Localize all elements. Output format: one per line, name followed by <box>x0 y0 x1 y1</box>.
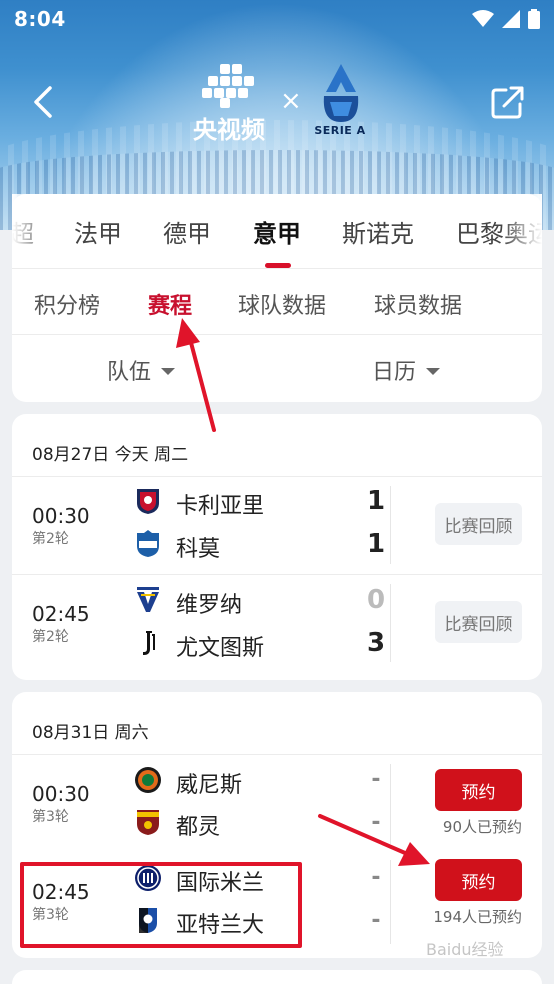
away-score: - <box>371 810 381 835</box>
reserve-button[interactable]: 预约 <box>435 859 522 901</box>
serie-a-text: SERIE A <box>314 124 366 137</box>
cagliari-icon <box>137 489 159 514</box>
times-sign: × <box>280 86 302 116</box>
calendar-filter-label: 日历 <box>372 360 417 385</box>
highlight-box <box>20 862 302 948</box>
venezia-icon <box>135 767 161 793</box>
tab-schedule[interactable]: 赛程 <box>148 288 192 320</box>
status-time: 8:04 <box>14 7 66 31</box>
divider <box>390 860 391 944</box>
day-card-1: 08月27日 今天 周二 00:30 第2轮 卡利亚里 1 科莫 1 比赛回顾 … <box>12 414 542 680</box>
tab-snooker[interactable]: 斯诺克 <box>342 214 414 249</box>
match-time: 02:45 <box>32 602 90 626</box>
reserve-count: 90人已预约 <box>442 818 522 836</box>
divider <box>390 486 391 564</box>
date-header: 08月31日 周六 <box>32 723 149 743</box>
match-time: 00:30 <box>32 504 90 528</box>
status-bar: 8:04 <box>0 0 554 38</box>
away-score: 3 <box>366 628 386 658</box>
divider <box>12 334 542 335</box>
signal-icon <box>502 10 520 28</box>
caret-down-icon <box>426 368 441 375</box>
wifi-icon <box>472 10 494 27</box>
team-filter[interactable]: 队伍 <box>107 354 176 386</box>
cctv-video-logo <box>202 64 254 108</box>
home-team-name: 卡利亚里 <box>176 494 265 519</box>
tab-player-stats[interactable]: 球员数据 <box>374 288 462 320</box>
home-team-name: 维罗纳 <box>176 593 243 618</box>
juventus-icon <box>143 631 155 655</box>
away-score: - <box>371 908 381 933</box>
away-team-name: 科莫 <box>176 537 221 562</box>
share-icon[interactable] <box>490 84 526 120</box>
match-round: 第2轮 <box>32 629 69 645</box>
match-row[interactable]: 02:45 第2轮 维罗纳 0 尤文图斯 3 比赛回顾 <box>12 574 542 680</box>
tab-standings[interactable]: 积分榜 <box>34 288 100 320</box>
tabs-card: 超 法甲 德甲 意甲 斯诺克 巴黎奥运 积分榜 赛程 球队数据 球员数据 队伍 … <box>12 194 542 402</box>
home-score: - <box>371 865 381 890</box>
brand-lockup: 央视频 × SERIE A <box>190 60 370 144</box>
league-tab-bar: 超 法甲 德甲 意甲 斯诺克 巴黎奥运 <box>12 194 542 266</box>
match-row[interactable]: 00:30 第2轮 卡利亚里 1 科莫 1 比赛回顾 <box>12 476 542 574</box>
torino-icon <box>137 810 159 835</box>
battery-icon <box>528 9 540 29</box>
reserve-count: 194人已预约 <box>433 908 522 926</box>
away-team-name: 尤文图斯 <box>176 636 265 661</box>
watermark-text: Baidu经验 <box>426 940 504 959</box>
home-team-name: 威尼斯 <box>176 773 243 798</box>
serie-a-logo <box>323 64 359 122</box>
match-row[interactable]: 00:30 第3轮 威尼斯 - 都灵 - 预约 90人已预约 <box>12 754 542 854</box>
match-review-button[interactable]: 比赛回顾 <box>435 503 522 545</box>
tab-team-stats[interactable]: 球队数据 <box>238 288 326 320</box>
caret-down-icon <box>161 368 176 375</box>
match-round: 第3轮 <box>32 809 69 825</box>
tab-bundesliga[interactable]: 德甲 <box>163 214 211 249</box>
home-score: 0 <box>366 585 386 615</box>
verona-icon <box>137 587 159 612</box>
status-icons <box>472 9 540 29</box>
cctv-brand-text: 央视频 <box>193 116 265 144</box>
match-time: 00:30 <box>32 782 90 806</box>
como-icon <box>137 530 159 557</box>
fade-left <box>12 194 52 266</box>
home-score: - <box>371 767 381 792</box>
date-header: 08月27日 今天 周二 <box>32 445 189 465</box>
tab-ligue-1[interactable]: 法甲 <box>74 214 122 249</box>
reserve-button[interactable]: 预约 <box>435 769 522 811</box>
match-review-button[interactable]: 比赛回顾 <box>435 601 522 643</box>
back-icon[interactable] <box>28 84 58 120</box>
home-score: 1 <box>366 486 386 516</box>
team-filter-label: 队伍 <box>107 360 152 385</box>
divider <box>12 268 542 269</box>
fade-right <box>502 194 542 266</box>
away-score: 1 <box>366 529 386 559</box>
tab-serie-a[interactable]: 意甲 <box>253 214 301 249</box>
divider <box>390 584 391 662</box>
calendar-filter[interactable]: 日历 <box>372 354 441 386</box>
next-day-card <box>12 970 542 984</box>
match-round: 第2轮 <box>32 531 69 547</box>
away-team-name: 都灵 <box>176 815 221 840</box>
